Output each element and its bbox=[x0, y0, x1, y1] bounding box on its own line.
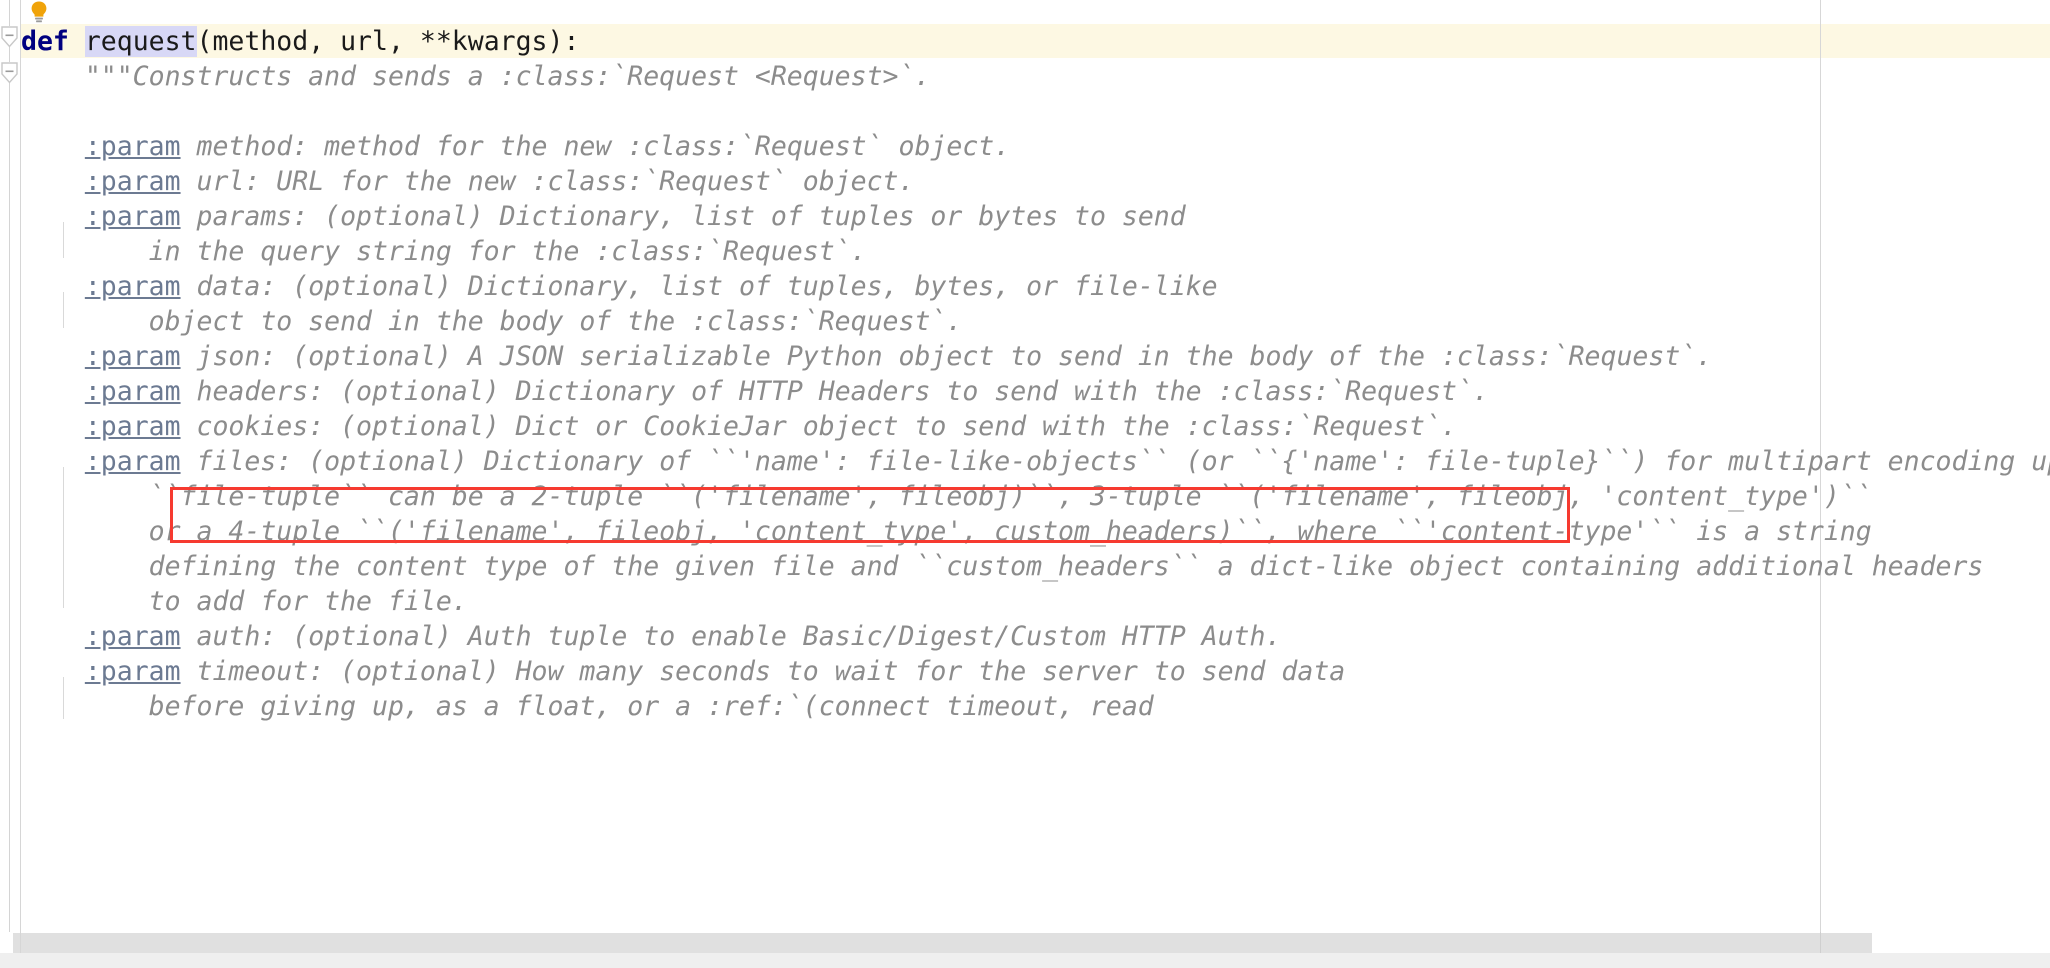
keyword-token: def bbox=[21, 26, 85, 57]
fold-expanded-icon[interactable] bbox=[1, 26, 18, 48]
selected-identifier: request bbox=[84, 26, 197, 57]
docstring-text: params: (optional) Dictionary, list of t… bbox=[180, 201, 1186, 232]
docstring-text bbox=[21, 271, 85, 302]
fold-rail-bottom bbox=[9, 82, 10, 932]
code-line[interactable]: :param auth: (optional) Auth tuple to en… bbox=[0, 619, 1282, 654]
code-line[interactable]: ``file-tuple`` can be a 2-tuple ``('file… bbox=[0, 479, 1872, 514]
lightbulb-icon[interactable] bbox=[27, 0, 51, 24]
scrollbar-gutter-overlay bbox=[0, 933, 13, 953]
code-content[interactable]: def request(method, url, **kwargs): """C… bbox=[0, 0, 2050, 932]
doc-tag: :param bbox=[84, 341, 181, 372]
code-line[interactable]: def request(method, url, **kwargs): bbox=[0, 24, 579, 59]
doc-tag: :param bbox=[84, 621, 181, 652]
code-line[interactable]: :param json: (optional) A JSON serializa… bbox=[0, 339, 1712, 374]
docstring-text bbox=[21, 131, 85, 162]
doc-tag: :param bbox=[84, 411, 181, 442]
docstring-text: auth: (optional) Auth tuple to enable Ba… bbox=[180, 621, 1282, 652]
docstring-text: to add for the file. bbox=[21, 586, 468, 617]
docstring-text: """Constructs and sends a :class:`Reques… bbox=[21, 61, 931, 92]
code-line[interactable]: or a 4-tuple ``('filename', fileobj, 'co… bbox=[0, 514, 1872, 549]
code-line[interactable]: :param data: (optional) Dictionary, list… bbox=[0, 269, 1218, 304]
docstring-text bbox=[21, 341, 85, 372]
fold-rail-mid bbox=[9, 46, 10, 62]
docstring-text bbox=[21, 621, 85, 652]
docstring-text: defining the content type of the given f… bbox=[21, 551, 1984, 582]
code-line[interactable]: object to send in the body of the :class… bbox=[0, 304, 963, 339]
code-line[interactable]: :param timeout: (optional) How many seco… bbox=[0, 654, 1345, 689]
code-line[interactable]: in the query string for the :class:`Requ… bbox=[0, 234, 867, 269]
code-line[interactable]: :param files: (optional) Dictionary of `… bbox=[0, 444, 2050, 479]
docstring-text: data: (optional) Dictionary, list of tup… bbox=[180, 271, 1218, 302]
fold-rail-top bbox=[9, 0, 10, 26]
doc-tag: :param bbox=[84, 446, 181, 477]
docstring-text: headers: (optional) Dictionary of HTTP H… bbox=[180, 376, 1489, 407]
fold-expanded-icon[interactable] bbox=[1, 62, 18, 84]
docstring-text bbox=[21, 201, 85, 232]
code-line[interactable]: :param params: (optional) Dictionary, li… bbox=[0, 199, 1186, 234]
doc-tag: :param bbox=[84, 201, 181, 232]
code-line[interactable]: to add for the file. bbox=[0, 584, 468, 619]
gutter-separator-lower bbox=[20, 932, 21, 953]
docstring-text bbox=[21, 656, 85, 687]
doc-tag: :param bbox=[84, 271, 181, 302]
docstring-text: before giving up, as a float, or a :ref:… bbox=[21, 691, 1154, 722]
doc-tag: :param bbox=[84, 131, 181, 162]
docstring-text: timeout: (optional) How many seconds to … bbox=[180, 656, 1346, 687]
code-line[interactable]: :param cookies: (optional) Dict or Cooki… bbox=[0, 409, 1457, 444]
editor-footer-strip bbox=[0, 953, 2050, 968]
docstring-text: json: (optional) A JSON serializable Pyt… bbox=[180, 341, 1713, 372]
docstring-text: object to send in the body of the :class… bbox=[21, 306, 963, 337]
docstring-text: in the query string for the :class:`Requ… bbox=[21, 236, 867, 267]
docstring-text: url: URL for the new :class:`Request` ob… bbox=[180, 166, 915, 197]
doc-tag: :param bbox=[84, 166, 181, 197]
docstring-text: cookies: (optional) Dict or CookieJar ob… bbox=[180, 411, 1457, 442]
code-line[interactable]: :param url: URL for the new :class:`Requ… bbox=[0, 164, 915, 199]
docstring-text: ``file-tuple`` can be a 2-tuple ``('file… bbox=[21, 481, 1872, 512]
docstring-text: or a 4-tuple ``('filename', fileobj, 'co… bbox=[21, 516, 1872, 547]
editor-gutter[interactable] bbox=[0, 0, 21, 932]
docstring-text bbox=[21, 376, 85, 407]
code-line[interactable]: :param method: method for the new :class… bbox=[0, 129, 1010, 164]
code-line[interactable]: before giving up, as a float, or a :ref:… bbox=[0, 689, 1154, 724]
docstring-text: files: (optional) Dictionary of ``'name'… bbox=[180, 446, 2050, 477]
doc-tag: :param bbox=[84, 656, 181, 687]
docstring-text bbox=[21, 411, 85, 442]
code-token: (method, url, **kwargs): bbox=[196, 26, 580, 57]
margin-guide-lower bbox=[1820, 932, 1821, 953]
code-line[interactable]: """Constructs and sends a :class:`Reques… bbox=[0, 59, 931, 94]
docstring-text bbox=[21, 166, 85, 197]
gutter-separator bbox=[20, 0, 21, 932]
docstring-text bbox=[21, 446, 85, 477]
doc-tag: :param bbox=[84, 376, 181, 407]
horizontal-scroll-thumb[interactable] bbox=[13, 933, 1872, 953]
code-line[interactable]: :param headers: (optional) Dictionary of… bbox=[0, 374, 1489, 409]
code-editor[interactable]: def request(method, url, **kwargs): """C… bbox=[0, 0, 2050, 968]
code-line[interactable]: defining the content type of the given f… bbox=[0, 549, 1984, 584]
docstring-text: method: method for the new :class:`Reque… bbox=[180, 131, 1011, 162]
